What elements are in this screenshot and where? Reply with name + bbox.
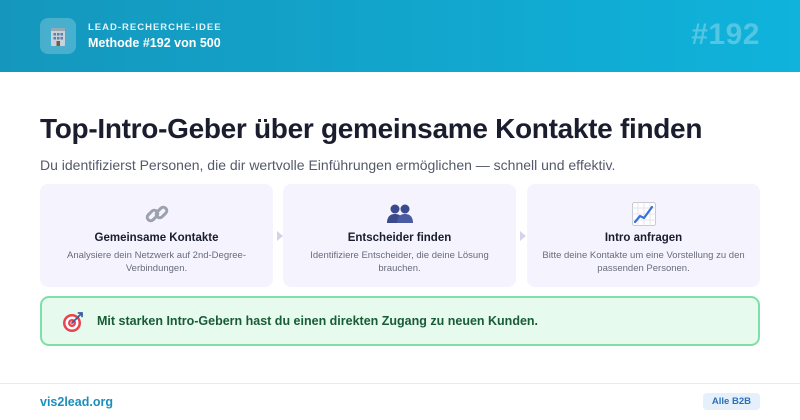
- header-kicker: LEAD-RECHERCHE-IDEE: [88, 22, 222, 33]
- step-description: Analysiere dein Netzwerk auf 2nd-Degree-…: [66, 250, 246, 274]
- tip-callout: Mit starken Intro-Gebern hast du einen d…: [40, 296, 760, 346]
- header-banner: LEAD-RECHERCHE-IDEE Methode #192 von 500…: [0, 0, 800, 72]
- step-title: Gemeinsame Kontakte: [94, 232, 219, 244]
- callout-text: Mit starken Intro-Gebern hast du einen d…: [97, 314, 539, 328]
- link-icon: [145, 205, 168, 223]
- chart-up-icon: [631, 202, 656, 226]
- method-number: #192: [691, 18, 760, 51]
- building-icon: [51, 28, 65, 46]
- step-title: Intro anfragen: [604, 232, 683, 244]
- step-card-contacts: Gemeinsame Kontakte Analysiere dein Netz…: [40, 184, 273, 287]
- logo: [40, 18, 76, 54]
- step-card-intro-request: Intro anfragen Bitte deine Kontakte um e…: [527, 184, 760, 287]
- target-icon: [63, 312, 83, 332]
- brand-link[interactable]: vis2lead.org: [40, 395, 113, 409]
- step-title: Entscheider finden: [347, 232, 452, 244]
- step-card-decision-makers: Entscheider finden Identifiziere Entsche…: [283, 184, 516, 287]
- method-label: Methode #192 von 500: [88, 36, 221, 50]
- footer-divider: [0, 383, 800, 384]
- category-badge: Alle B2B: [702, 393, 760, 410]
- arrow-right-icon: [520, 231, 526, 241]
- people-icon: [386, 204, 413, 223]
- step-description: Identifiziere Entscheider, die deine Lös…: [310, 250, 489, 274]
- page-subtitle: Du identifizierst Personen, die dir wert…: [40, 157, 616, 173]
- page-title: Top-Intro-Geber über gemeinsame Kontakte…: [40, 113, 703, 144]
- step-description: Bitte deine Kontakte um eine Vorstellung…: [542, 250, 745, 274]
